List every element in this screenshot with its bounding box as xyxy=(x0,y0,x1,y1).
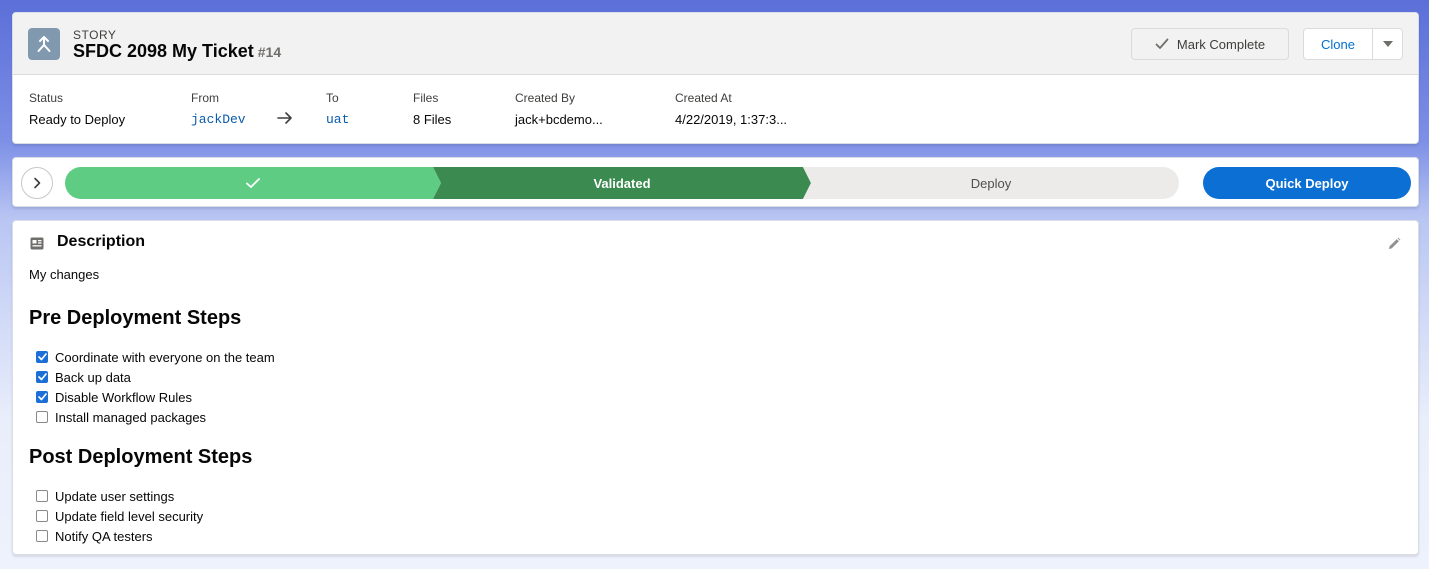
field-label: Status xyxy=(29,91,64,105)
checklist-item[interactable]: Notify QA testers xyxy=(36,526,203,546)
check-icon xyxy=(37,373,47,381)
field-value: 8 Files xyxy=(413,112,452,127)
checklist-item-label: Back up data xyxy=(55,369,131,385)
path-toggle-button[interactable] xyxy=(21,167,53,199)
field-status: Status Ready to Deploy xyxy=(29,91,125,127)
path-stage-complete[interactable] xyxy=(65,167,441,199)
mark-complete-button[interactable]: Mark Complete xyxy=(1131,28,1289,60)
arrow-right-icon xyxy=(277,112,292,124)
field-value: uat xyxy=(326,112,350,127)
path-stage-label: Deploy xyxy=(970,175,1012,191)
checklist-item[interactable]: Disable Workflow Rules xyxy=(36,387,275,407)
checklist-item-label: Update field level security xyxy=(55,508,204,524)
checklist-item[interactable]: Install managed packages xyxy=(36,407,275,427)
merge-arrows-icon xyxy=(28,28,60,60)
field-label: Created By xyxy=(515,91,576,105)
note-icon xyxy=(30,237,44,250)
checklist-item-label: Notify QA testers xyxy=(55,528,153,544)
story-details: Description My changes Pre Deployment St… xyxy=(12,220,1419,555)
check-icon xyxy=(246,178,260,188)
record-header-top: STORY SFDC 2098 My Ticket #14 Mark Comple… xyxy=(13,13,1418,75)
quick-deploy-button[interactable]: Quick Deploy xyxy=(1203,167,1411,199)
mark-complete-label: Mark Complete xyxy=(1176,36,1266,52)
check-icon xyxy=(37,393,47,401)
path-stage-deploy[interactable]: Deploy xyxy=(803,167,1179,199)
description-text: My changes xyxy=(29,267,100,282)
field-label: Created At xyxy=(675,91,732,105)
record-number: #14 xyxy=(257,44,282,60)
field-from: From jackDev xyxy=(191,91,246,127)
post-deployment-title: Post Deployment Steps xyxy=(29,446,253,468)
chevron-right-icon xyxy=(34,177,41,189)
field-value: Ready to Deploy xyxy=(29,112,126,127)
description-title: Description xyxy=(57,233,146,250)
checklist-item[interactable]: Back up data xyxy=(36,367,275,387)
field-value: jackDev xyxy=(191,112,246,127)
checklist-item-label: Coordinate with everyone on the team xyxy=(55,349,275,365)
checkbox-checked[interactable] xyxy=(36,371,48,383)
checklist-item-label: Disable Workflow Rules xyxy=(55,389,193,405)
pre-deployment-checklist: Coordinate with everyone on the team Back… xyxy=(36,347,275,427)
checkbox-unchecked[interactable] xyxy=(36,530,48,542)
quick-deploy-label: Quick Deploy xyxy=(1265,175,1349,191)
post-deployment-checklist: Update user settings Update field level s… xyxy=(36,486,203,546)
field-to: To uat xyxy=(326,91,349,127)
field-created-by: Created By jack+bcdemo... xyxy=(515,91,603,127)
field-files: Files 8 Files xyxy=(413,91,451,127)
field-created-at: Created At 4/22/2019, 1:37:3... xyxy=(675,91,787,127)
field-label: To xyxy=(326,91,339,105)
pre-deployment-title: Pre Deployment Steps xyxy=(29,307,242,329)
pencil-icon[interactable] xyxy=(1387,237,1401,251)
record-type: STORY xyxy=(73,28,117,42)
checklist-item-label: Install managed packages xyxy=(55,409,207,425)
record-title-text: SFDC 2098 My Ticket xyxy=(73,41,254,61)
checkbox-unchecked[interactable] xyxy=(36,490,48,502)
checklist-item[interactable]: Update field level security xyxy=(36,506,203,526)
checkbox-checked[interactable] xyxy=(36,351,48,363)
checklist-item-label: Update user settings xyxy=(55,488,175,504)
checkbox-unchecked[interactable] xyxy=(36,510,48,522)
clone-menu-button[interactable] xyxy=(1372,28,1403,60)
caret-down-icon xyxy=(1382,41,1393,47)
path-stage-validated[interactable]: Validated xyxy=(433,167,811,199)
checkbox-unchecked[interactable] xyxy=(36,411,48,423)
checklist-item[interactable]: Update user settings xyxy=(36,486,203,506)
field-value: 4/22/2019, 1:37:3... xyxy=(675,112,788,127)
check-icon xyxy=(37,353,47,361)
clone-label: Clone xyxy=(1321,36,1355,52)
record-header: STORY SFDC 2098 My Ticket #14 Mark Comple… xyxy=(12,12,1419,144)
field-value: jack+bcdemo... xyxy=(515,112,603,127)
deployment-path: Validated Deploy Quick Deploy xyxy=(12,157,1419,207)
field-label: Files xyxy=(413,91,439,105)
highlights-panel: Status Ready to Deploy From jackDev To u… xyxy=(13,75,1418,143)
checkbox-checked[interactable] xyxy=(36,391,48,403)
field-label: From xyxy=(191,91,219,105)
checklist-item[interactable]: Coordinate with everyone on the team xyxy=(36,347,275,367)
clone-button[interactable]: Clone xyxy=(1303,28,1373,60)
check-icon xyxy=(1155,38,1169,49)
page-title: SFDC 2098 My Ticket #14 xyxy=(73,41,281,62)
path-stage-label: Validated xyxy=(593,175,651,191)
